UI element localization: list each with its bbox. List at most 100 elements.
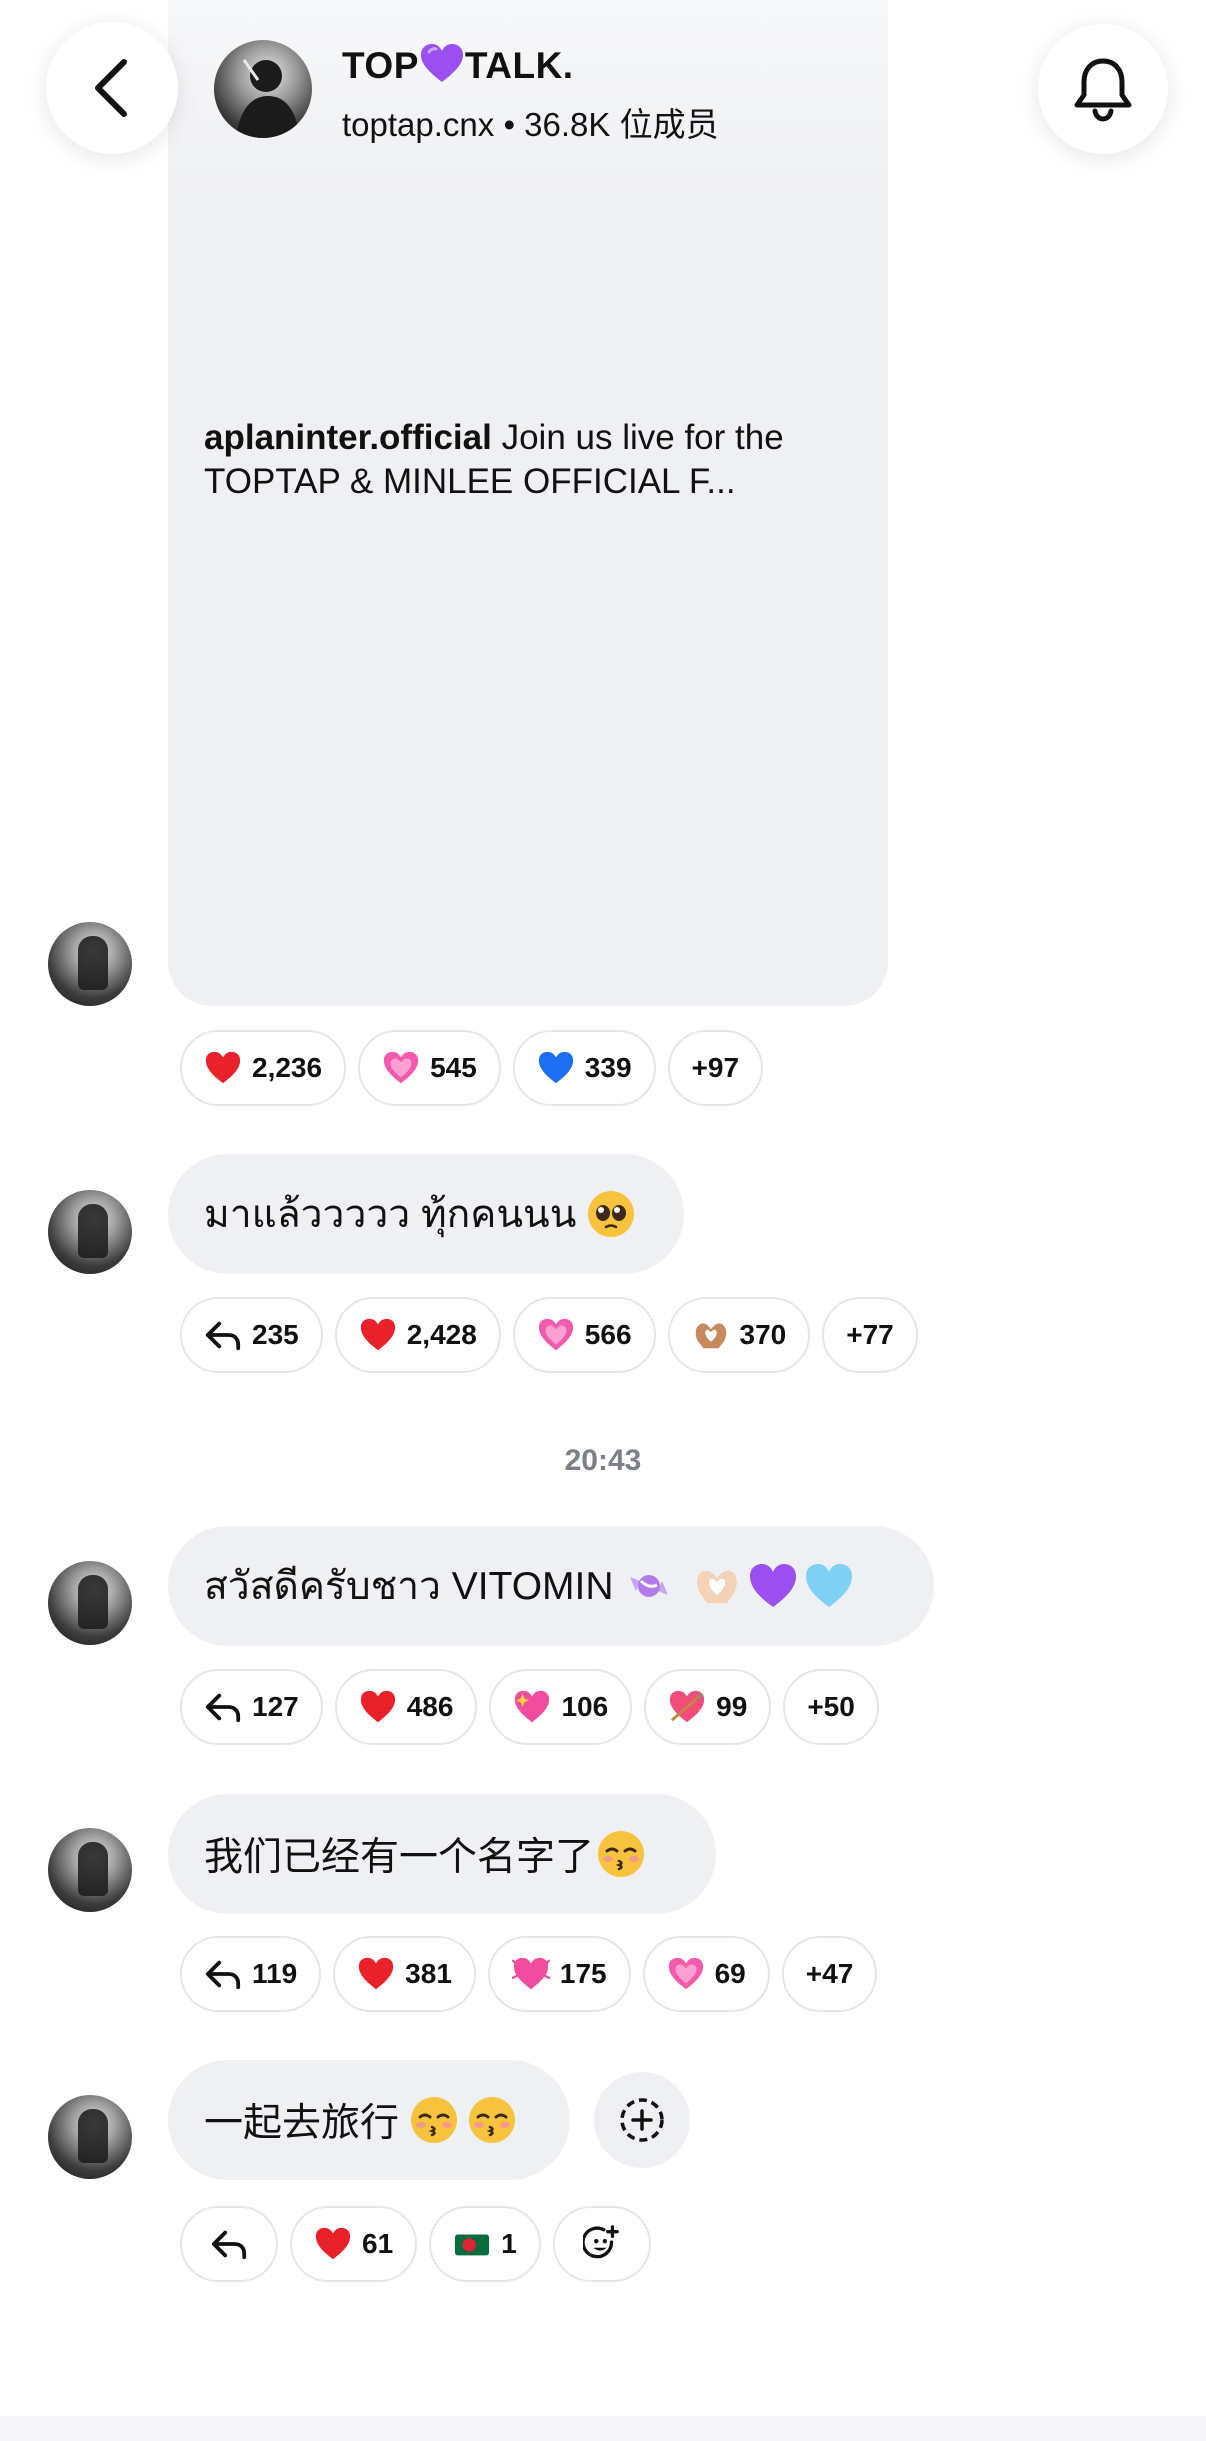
reaction-count: +50: [807, 1691, 855, 1722]
kissing-face-icon: [598, 1831, 645, 1877]
reply-count: 119: [252, 1958, 298, 1989]
bangladesh-flag-icon: [455, 2234, 490, 2256]
reaction-pink-heart[interactable]: 69: [642, 1936, 770, 2012]
reaction-more[interactable]: +97: [667, 1030, 764, 1106]
reaction-count: 381: [405, 1958, 452, 1989]
reaction-count: 339: [584, 1052, 632, 1083]
reaction-pink-heart[interactable]: 566: [512, 1297, 656, 1373]
avatar-portrait-icon: [236, 59, 300, 138]
reaction-count: 2,236: [252, 1052, 323, 1083]
channel-title-left: TOP: [342, 45, 419, 86]
timestamp: 20:43: [564, 1444, 642, 1477]
reaction-heart-arrow[interactable]: 99: [644, 1669, 772, 1745]
channel-title[interactable]: TOP TALK.: [342, 42, 574, 87]
message-text: สวัสดีครับชาว VITOMIN: [204, 1565, 614, 1608]
reaction-count: 486: [406, 1691, 454, 1722]
message-bubble[interactable]: 我们已经有一个名字了: [168, 1794, 716, 1914]
red-heart-icon: [360, 1318, 395, 1351]
pink-heart-icon: [668, 1957, 703, 1990]
channel-subtitle: toptap.cnx • 36.8K 位成员: [342, 98, 719, 146]
message-reactions: 235 2,428 566 370 +77: [180, 1297, 918, 1373]
reaction-red-heart[interactable]: 381: [333, 1936, 476, 2012]
chevron-left-icon: [95, 59, 127, 117]
reaction-more[interactable]: +50: [783, 1669, 879, 1745]
reaction-red-heart[interactable]: 61: [290, 2206, 418, 2282]
heart-hands-icon: [695, 1323, 726, 1349]
message-reactions: 127 486 106 99 +50: [180, 1669, 879, 1745]
reaction-count: +97: [691, 1052, 740, 1083]
reply-pill[interactable]: 127: [180, 1669, 323, 1745]
post-reactions: 2,236 545 339 +97: [180, 1030, 764, 1106]
message-reactions: 119 381 175 69 +47: [180, 1936, 878, 2012]
post-caption: aplaninter.official Join us live for the…: [204, 416, 854, 504]
bell-icon: [1074, 58, 1132, 122]
message-reactions: 61 1: [180, 2206, 651, 2282]
avatar[interactable]: [48, 1828, 132, 1912]
add-reaction-button[interactable]: [594, 2072, 690, 2168]
reaction-beating-heart[interactable]: 175: [487, 1936, 631, 2012]
chat-header: TOP TALK. toptap.cnx • 36.8K 位成员: [0, 0, 1206, 180]
reaction-count: 99: [716, 1691, 748, 1722]
reply-icon: [205, 1321, 241, 1351]
red-heart-icon: [359, 1957, 394, 1990]
avatar[interactable]: [48, 922, 132, 1006]
reaction-count: +47: [805, 1958, 854, 1989]
reaction-count: 2,428: [406, 1319, 477, 1350]
reaction-count: 566: [584, 1319, 632, 1350]
reaction-count: 545: [430, 1052, 477, 1083]
reaction-sparkling-heart[interactable]: 106: [489, 1669, 633, 1745]
pink-heart-icon: [538, 1318, 573, 1351]
reply-pill[interactable]: 235: [180, 1297, 323, 1373]
add-emoji-button[interactable]: [552, 2206, 651, 2282]
reaction-red-heart[interactable]: 2,236: [180, 1030, 347, 1106]
avatar[interactable]: [48, 2095, 132, 2179]
reply-icon: [205, 1960, 241, 1990]
reply-icon: [205, 1693, 241, 1723]
light-blue-heart-icon: [805, 1564, 852, 1607]
reaction-blue-heart[interactable]: 339: [512, 1030, 656, 1106]
add-emoji-icon: [582, 2225, 619, 2259]
reply-count: 127: [252, 1691, 299, 1722]
red-heart-icon: [205, 1051, 241, 1084]
message-text: มาแล้ววววว ทุ้กคนนน: [204, 1193, 577, 1236]
kissing-face-icon: [411, 2097, 458, 2143]
bottom-edge: [0, 2416, 1206, 2441]
reaction-count: 106: [561, 1691, 609, 1722]
reaction-more[interactable]: +47: [781, 1936, 878, 2012]
message-bubble[interactable]: 一起去旅行: [168, 2060, 570, 2180]
reaction-count: 370: [739, 1319, 787, 1350]
add-reaction-icon: [620, 2098, 664, 2142]
reaction-pink-heart[interactable]: 545: [358, 1030, 501, 1106]
reaction-count: 61: [362, 2228, 394, 2259]
message-text: 我们已经有一个名字了: [204, 1836, 595, 1879]
kissing-face-icon: [469, 2097, 516, 2143]
avatar[interactable]: [48, 1561, 132, 1645]
blue-heart-icon: [538, 1051, 573, 1084]
reaction-bangladesh-flag[interactable]: 1: [429, 2206, 541, 2282]
reaction-more[interactable]: +77: [822, 1297, 918, 1373]
reaction-count: 69: [714, 1958, 746, 1989]
channel-handle: toptap.cnx: [342, 106, 495, 143]
member-count: • 36.8K 位成员: [503, 106, 719, 143]
reaction-red-heart[interactable]: 486: [334, 1669, 478, 1745]
avatar[interactable]: [48, 1190, 132, 1274]
reaction-count: 175: [559, 1958, 607, 1989]
reply-pill[interactable]: 119: [180, 1936, 322, 2012]
reaction-count: +77: [846, 1319, 894, 1350]
reaction-red-heart[interactable]: 2,428: [334, 1297, 501, 1373]
message-bubble[interactable]: สวัสดีครับชาว VITOMIN: [168, 1526, 934, 1646]
reaction-heart-hands[interactable]: 370: [667, 1297, 811, 1373]
purple-heart-icon: [420, 44, 463, 82]
reply-pill[interactable]: [180, 2206, 278, 2282]
red-heart-icon: [360, 1690, 395, 1723]
notifications-button[interactable]: [1038, 24, 1168, 154]
reply-count: 235: [252, 1319, 299, 1350]
post-author: aplaninter.official: [204, 418, 492, 457]
back-button[interactable]: [46, 22, 178, 154]
message-bubble[interactable]: มาแล้ววววว ทุ้กคนนน: [168, 1154, 684, 1274]
purple-heart-icon: [749, 1564, 796, 1607]
channel-title-right: TALK.: [464, 45, 574, 86]
channel-avatar[interactable]: [214, 40, 312, 138]
heart-arrow-icon: [670, 1690, 705, 1723]
reaction-count: 1: [501, 2228, 517, 2259]
